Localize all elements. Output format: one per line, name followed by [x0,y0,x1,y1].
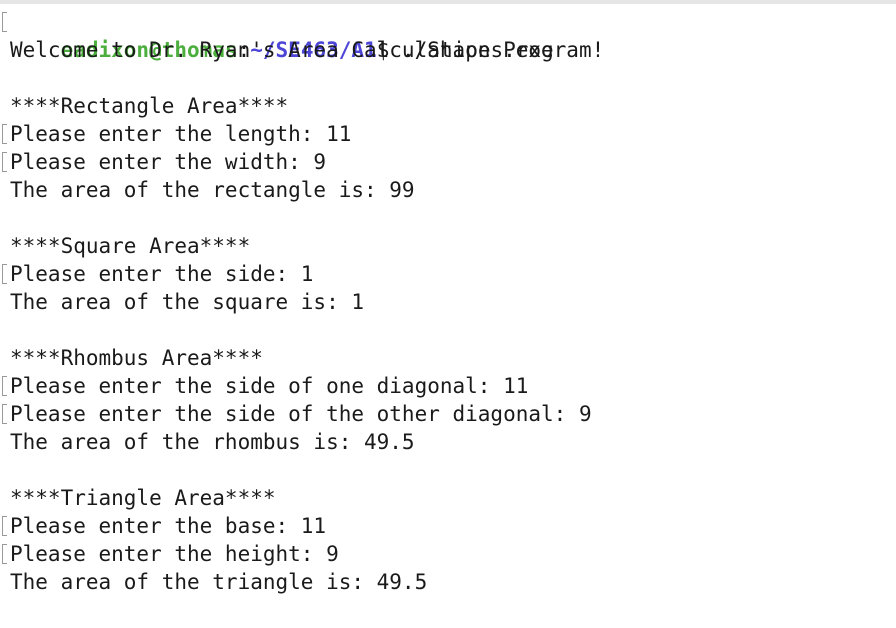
triangle-header: ****Triangle Area**** [10,486,276,510]
triangle-height-text: Please enter the height: 9 [10,542,339,566]
rhombus-diagonal2-prompt: Please enter the side of the other diago… [0,400,896,428]
triangle-base-text: Please enter the base: 11 [10,514,327,538]
triangle-base-prompt: Please enter the base: 11 [0,512,896,540]
terminal-output[interactable]: eadixon@thomas:~/SE463/A1$ ./Shapes.exe … [0,8,896,596]
rectangle-width-text: Please enter the width: 9 [10,150,327,174]
square-result: The area of the square is: 1 [10,290,365,314]
rhombus-diagonal1-text: Please enter the side of one diagonal: 1… [10,374,529,398]
square-side-text: Please enter the side: 1 [10,262,314,286]
welcome-line: Welcome to Dr. Ryan's Area Calculation P… [10,38,605,62]
window-top-border [0,0,896,4]
triangle-height-prompt: Please enter the height: 9 [0,540,896,568]
triangle-result: The area of the triangle is: 49.5 [10,570,428,594]
input-line-marker [2,12,7,32]
rectangle-header: ****Rectangle Area**** [10,94,289,118]
command-prompt-line: eadixon@thomas:~/SE463/A1$ ./Shapes.exe [0,8,896,62]
input-line-marker [2,404,7,424]
rectangle-result: The area of the rectangle is: 99 [10,178,415,202]
rhombus-result: The area of the rhombus is: 49.5 [10,430,415,454]
rhombus-diagonal2-text: Please enter the side of the other diago… [10,402,592,426]
rectangle-length-text: Please enter the length: 11 [10,122,352,146]
input-line-marker [2,376,7,396]
rectangle-length-prompt: Please enter the length: 11 [0,120,896,148]
input-line-marker [2,516,7,536]
input-line-marker [2,544,7,564]
input-line-marker [2,152,7,172]
rhombus-diagonal1-prompt: Please enter the side of one diagonal: 1… [0,372,896,400]
rhombus-header: ****Rhombus Area**** [10,346,263,370]
rectangle-width-prompt: Please enter the width: 9 [0,148,896,176]
input-line-marker [2,124,7,144]
input-line-marker [2,264,7,284]
square-side-prompt: Please enter the side: 1 [0,260,896,288]
square-header: ****Square Area**** [10,234,251,258]
